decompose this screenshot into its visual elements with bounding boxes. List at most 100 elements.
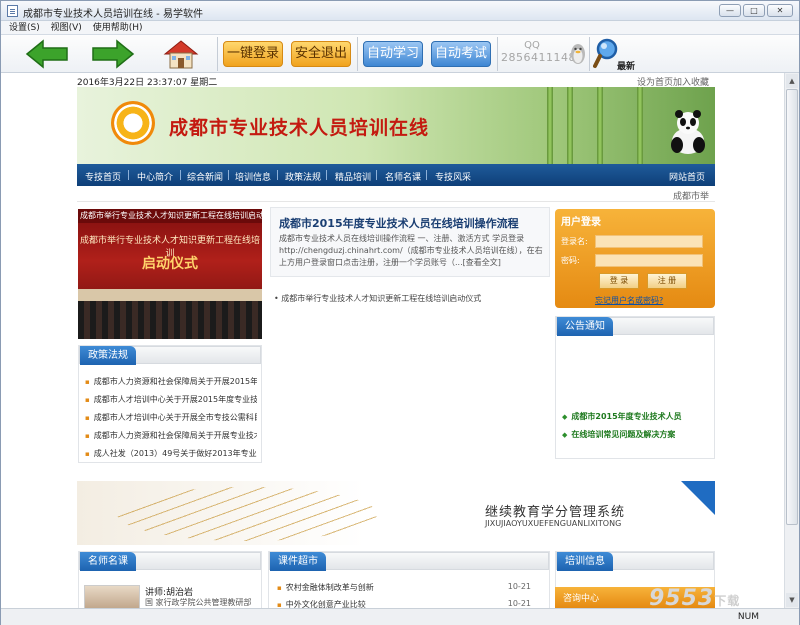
login-button[interactable]: 登 录	[599, 273, 639, 289]
course-date: 10-21	[507, 599, 531, 608]
safe-logout-button[interactable]: 安全退出	[291, 41, 351, 67]
web-content: 2016年3月22日 23:37:07 星期二 设为首页加入收藏 成都市专业技术…	[2, 73, 784, 608]
policy-header-label: 政策法规	[80, 346, 136, 365]
latest-label: 最新	[617, 62, 636, 72]
nav-about[interactable]: 中心简介	[137, 170, 173, 183]
bamboo-decoration	[547, 87, 553, 164]
policy-item[interactable]: 成都市人力资源和社会保障局关于开展专业技术	[85, 430, 257, 441]
one-click-login-button[interactable]: 一键登录	[223, 41, 283, 67]
menu-view[interactable]: 视图(V)	[51, 21, 82, 35]
window-controls: — □ ✕	[719, 4, 793, 17]
minimize-button[interactable]: —	[719, 4, 741, 17]
featured-news-body[interactable]: 成都市专业技术人员在线培训操作流程 一、注册、激活方式 学员登录http://c…	[279, 233, 545, 269]
nav-showcase[interactable]: 专技风采	[435, 170, 471, 183]
auto-exam-button[interactable]: 自动考试	[431, 41, 491, 67]
nav-news[interactable]: 综合新闻	[187, 170, 223, 183]
close-button[interactable]: ✕	[767, 4, 793, 17]
scroll-up-icon[interactable]: ▲	[786, 74, 798, 88]
qq-number: 2856411148	[501, 51, 576, 64]
consult-center-label: 咨询中心	[563, 594, 600, 604]
bamboo-decoration	[637, 87, 643, 164]
course-item[interactable]: 农村金融体制改革与创新 10-21	[277, 582, 539, 593]
nav-divider	[228, 170, 229, 180]
banner-title: 成都市专业技术人员培训在线	[169, 117, 430, 139]
ad-wave-graphic	[117, 487, 377, 541]
news-list-item[interactable]: • 成都市举行专业技术人才知识更新工程在线培训启动仪式	[274, 293, 481, 304]
photo-caption: 成都市举行专业技术人才知识更新工程在线培训启动仪	[78, 209, 262, 223]
toolbar-divider	[357, 37, 358, 71]
teachers-header-label: 名师名课	[80, 552, 136, 571]
maximize-button[interactable]: □	[743, 4, 765, 17]
login-panel: 用户登录 登录名: 密码: 登 录 注 册 忘记用户名或密码?	[555, 209, 715, 308]
news-item-text: 成都市举行专业技术人才知识更新工程在线培训启动仪式	[281, 294, 482, 303]
auto-study-button[interactable]: 自动学习	[363, 41, 423, 67]
policy-item[interactable]: 成都市人才培训中心关于开展全市专技公需科目	[85, 412, 257, 423]
photo-audience	[78, 301, 262, 339]
site-watermark: 9553下载	[649, 586, 740, 611]
teachers-header: 名师名课	[79, 552, 261, 571]
credit-system-banner[interactable]: 继续教育学分管理系统 JIXUJIAOYUXUEFENGUANLIXITONG	[77, 481, 715, 545]
policy-item[interactable]: 成都市人才培训中心关于开展2015年度专业技	[85, 394, 257, 405]
course-title: 农村金融体制改革与创新	[285, 583, 374, 592]
home-icon[interactable]	[161, 38, 201, 70]
bamboo-decoration	[597, 87, 603, 164]
scroll-thumb[interactable]	[786, 89, 798, 525]
photo-stage	[78, 289, 262, 301]
site-nav: 专技首页 中心简介 综合新闻 培训信息 政策法规 精品培训 名师名课 专技风采 …	[77, 164, 715, 186]
nav-divider	[326, 170, 327, 180]
vertical-scrollbar[interactable]: ▲ ▼	[784, 73, 799, 608]
app-window: 成都市专业技术人员培训在线 - 易学软件 — □ ✕ 设置(S) 视图(V) 使…	[0, 0, 800, 625]
username-input[interactable]	[595, 235, 703, 248]
nav-policy[interactable]: 政策法规	[285, 170, 321, 183]
back-arrow-icon[interactable]	[25, 39, 69, 69]
scroll-down-icon[interactable]: ▼	[786, 593, 798, 607]
course-title: 中外文化创意产业比较	[285, 600, 366, 608]
nav-premium-training[interactable]: 精品培训	[335, 170, 371, 183]
register-button[interactable]: 注 册	[647, 273, 687, 289]
notice-item[interactable]: 在线培训常见问题及解决方案	[562, 429, 675, 440]
teacher-photo[interactable]	[84, 585, 140, 608]
notice-header: 公告通知	[556, 317, 714, 336]
window-title: 成都市专业技术人员培训在线 - 易学软件	[23, 9, 203, 20]
course-item[interactable]: 中外文化创意产业比较 10-21	[277, 599, 539, 608]
login-title: 用户登录	[561, 217, 601, 228]
qq-contact[interactable]: QQ 2856411148	[501, 40, 576, 70]
forgot-password-link[interactable]: 忘记用户名或密码?	[595, 295, 663, 306]
nav-training-info[interactable]: 培训信息	[235, 170, 271, 183]
policy-header: 政策法规	[79, 346, 261, 365]
forward-arrow-icon[interactable]	[91, 39, 135, 69]
toolbar-divider	[497, 37, 498, 71]
training-info-header-label: 培训信息	[557, 552, 613, 571]
date-bar: 2016年3月22日 23:37:07 星期二 设为首页加入收藏	[75, 73, 715, 88]
password-input[interactable]	[595, 254, 703, 267]
nav-famous-teachers[interactable]: 名师名课	[385, 170, 421, 183]
latest-search[interactable]: 最新	[591, 37, 641, 72]
title-bar: 成都市专业技术人员培训在线 - 易学软件 — □ ✕	[1, 1, 799, 21]
panda-image	[671, 110, 705, 154]
site-banner: 成都市专业技术人员培训在线	[77, 87, 715, 164]
numlock-indicator: NUM	[737, 612, 759, 622]
menu-settings[interactable]: 设置(S)	[9, 21, 40, 35]
notice-panel: 公告通知 成都市2015年度专业技术人员 在线培训常见问题及解决方案	[555, 316, 715, 459]
training-info-header: 培训信息	[556, 552, 714, 571]
toolbar: 一键登录 安全退出 自动学习 自动考试 QQ 2856411148 最新	[1, 35, 799, 73]
password-label: 密码:	[561, 256, 580, 265]
nav-divider	[180, 170, 181, 180]
policy-item[interactable]: 成人社发（2013）49号关于做好2013年专业	[85, 448, 257, 459]
ad-title: 继续教育学分管理系统	[485, 505, 626, 520]
qq-penguin-icon[interactable]	[569, 41, 587, 65]
courses-header: 课件超市	[269, 552, 549, 571]
nav-site-home[interactable]: 网站首页	[669, 170, 705, 183]
featured-news-title[interactable]: 成都市2015年度专业技术人员在线培训操作流程	[279, 215, 519, 231]
policy-item[interactable]: 成都市人力资源和社会保障局关于开展2015年	[85, 376, 257, 387]
notice-item[interactable]: 成都市2015年度专业技术人员	[562, 411, 681, 422]
nav-home[interactable]: 专技首页	[85, 170, 121, 183]
photo-ceremony-text: 启动仪式	[142, 256, 198, 272]
nav-divider	[376, 170, 377, 180]
menu-help[interactable]: 使用帮助(H)	[93, 21, 143, 35]
nav-divider	[277, 170, 278, 180]
notice-header-label: 公告通知	[557, 317, 613, 336]
scrolling-ticker: 成都市举	[77, 186, 715, 202]
news-photo[interactable]: 成都市举行专业技术人才知识更新工程在线培训启动仪 成都市举行专业技术人才知识更新…	[78, 209, 262, 339]
ticker-text[interactable]: 成都市举	[673, 189, 709, 202]
